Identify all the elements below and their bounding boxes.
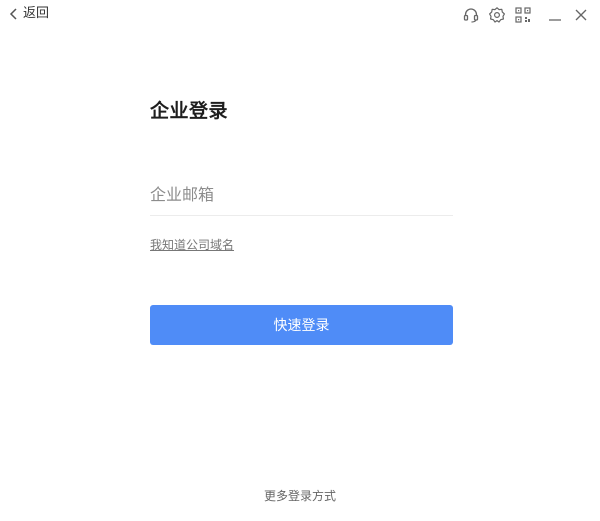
close-icon[interactable]	[572, 6, 590, 24]
email-field[interactable]	[150, 174, 453, 216]
back-label: 返回	[23, 6, 50, 21]
know-domain-link[interactable]: 我知道公司域名	[150, 236, 234, 253]
quick-login-button[interactable]: 快速登录	[150, 305, 453, 345]
headset-icon[interactable]	[462, 6, 480, 24]
chevron-left-icon	[9, 7, 19, 21]
gear-icon[interactable]	[488, 6, 506, 24]
back-button[interactable]: 返回	[9, 4, 49, 24]
qr-code-icon[interactable]	[514, 6, 532, 24]
page-title: 企业登录	[150, 100, 229, 122]
more-login-options-link[interactable]: 更多登录方式	[0, 487, 600, 504]
login-window: 返回 企业登录 企业邮箱 我知道公司域名 快速登录 更多登录方式	[0, 0, 600, 521]
minimize-icon[interactable]	[546, 6, 564, 24]
window-controls	[454, 5, 590, 25]
